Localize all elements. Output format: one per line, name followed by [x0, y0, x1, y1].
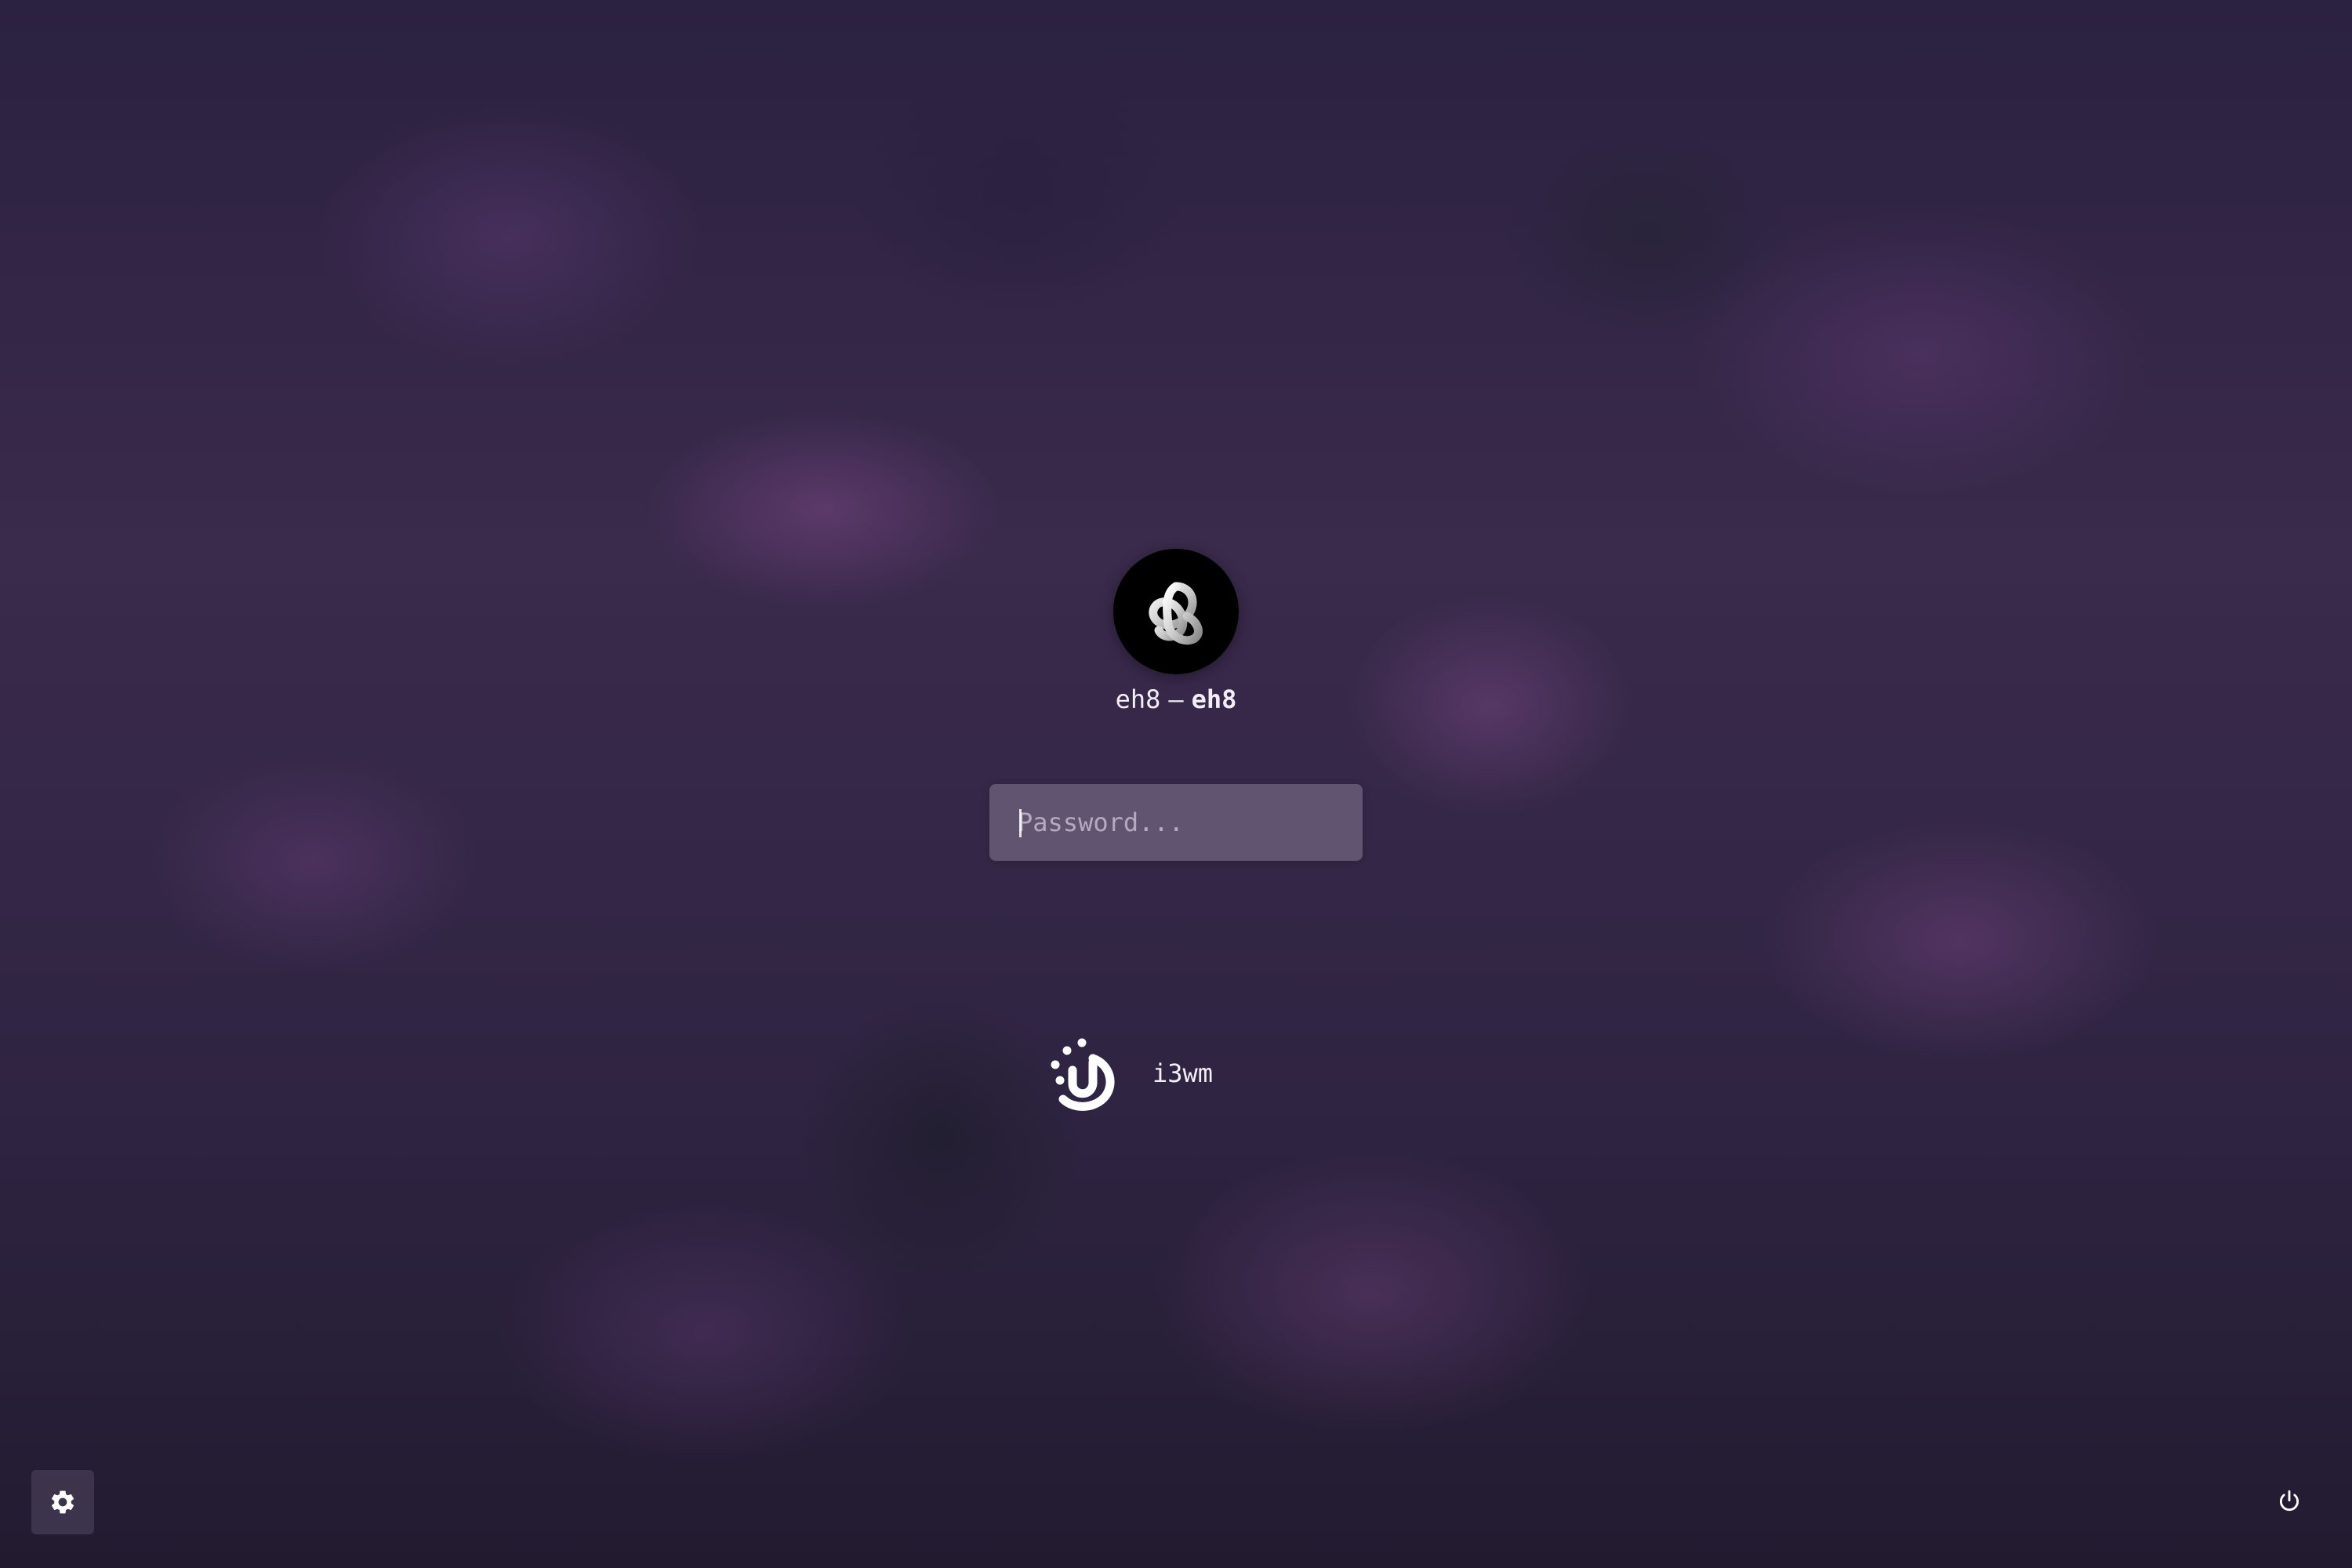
login-screen: eh8— eh8 i3wm: [0, 0, 2352, 1568]
session-selector[interactable]: i3wm: [1043, 1031, 1309, 1117]
user-separator: —: [1168, 684, 1184, 714]
session-label: i3wm: [1152, 1058, 1214, 1088]
password-field-container[interactable]: [989, 784, 1363, 861]
user-avatar: [1113, 549, 1239, 674]
username-text: eh8: [1115, 684, 1161, 714]
settings-button[interactable]: [31, 1470, 94, 1534]
gear-icon: [51, 1490, 74, 1514]
trefoil-knot-icon: [1149, 582, 1203, 645]
i3wm-logo-icon: [1051, 1038, 1115, 1111]
hostname-text: eh8: [1191, 684, 1237, 714]
power-button[interactable]: [2270, 1482, 2309, 1521]
password-input[interactable]: [989, 784, 1363, 861]
power-icon: [2280, 1490, 2299, 1512]
text-caret: [1019, 809, 1022, 837]
user-host-label: eh8— eh8: [1019, 684, 1333, 715]
